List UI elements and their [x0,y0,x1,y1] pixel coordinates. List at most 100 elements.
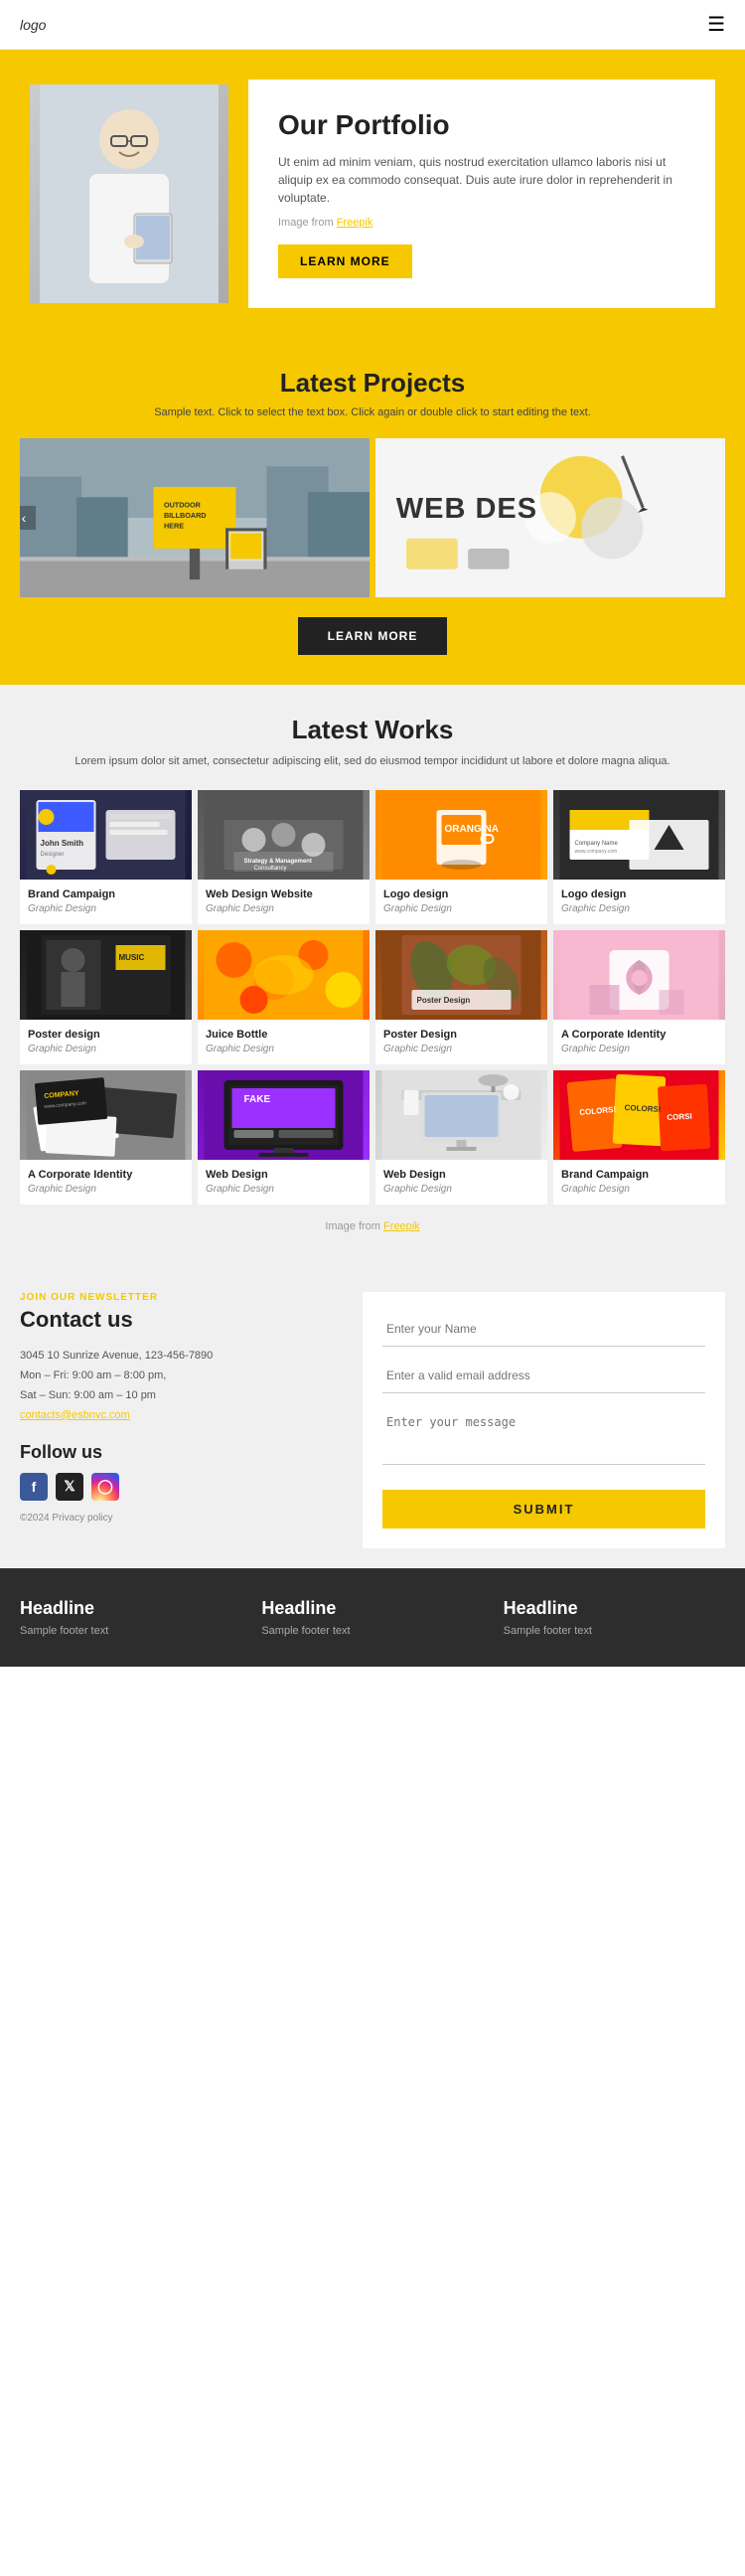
hero-text: Ut enim ad minim veniam, quis nostrud ex… [278,153,685,207]
hamburger-menu[interactable]: ☰ [707,12,725,37]
instagram-icon[interactable]: ◯ [91,1473,119,1501]
svg-text:MUSIC: MUSIC [119,953,145,962]
work-thumb-brand-colors: COLORS! COLORS! CORSI [553,1070,725,1160]
svg-text:FAKE: FAKE [244,1094,271,1105]
svg-text:Strategy & Management: Strategy & Management [244,859,312,865]
work-thumb-corporate-pink [553,930,725,1020]
work-thumb-logo-black: Company Name www.company.com [553,790,725,880]
contact-wrapper: JOIN OUR NEWSLETTER Contact us 3045 10 S… [20,1292,725,1548]
hero-cta-button[interactable]: LEARN MORE [278,244,412,278]
work-thumb-web-desk [375,1070,547,1160]
work-title-juice-bottle: Juice Bottle [206,1028,362,1042]
contact-section: JOIN OUR NEWSLETTER Contact us 3045 10 S… [0,1262,745,1568]
work-card-logo-orange[interactable]: ORANGINA Logo design Graphic Design [375,790,547,924]
work-thumb-web-design-site: Strategy & Management Consultancy [198,790,370,880]
work-cat-logo-orange: Graphic Design [383,903,539,914]
hero-section: Our Portfolio Ut enim ad minim veniam, q… [0,50,745,338]
work-title-brand-colors: Brand Campaign [561,1168,717,1182]
email-input[interactable] [382,1359,705,1393]
work-info-corporate-biz: A Corporate Identity Graphic Design [20,1160,192,1205]
twitter-x-icon[interactable]: 𝕏 [56,1473,83,1501]
latest-works-title: Latest Works [20,715,725,745]
project-slide-outdoor[interactable]: OUTDOOR BILLBOARD HERE [20,438,370,597]
work-info-juice-bottle: Juice Bottle Graphic Design [198,1020,370,1064]
work-title-corporate-pink: A Corporate Identity [561,1028,717,1042]
contact-heading: Contact us [20,1307,343,1333]
work-cat-corporate-biz: Graphic Design [28,1184,184,1195]
latest-projects-subtitle: Sample text. Click to select the text bo… [20,406,725,418]
footer-col-2: Headline Sample footer text [261,1598,483,1637]
work-title-poster-design: Poster Design [383,1028,539,1042]
work-info-brand-colors: Brand Campaign Graphic Design [553,1160,725,1205]
contact-email[interactable]: contacts@esbnyc.com [20,1409,130,1421]
footer-title-1: Headline [20,1598,241,1619]
svg-text:CORSI: CORSI [667,1112,692,1122]
work-info-logo-orange: Logo design Graphic Design [375,880,547,924]
work-cat-web-fake: Graphic Design [206,1184,362,1195]
svg-text:www.company.com: www.company.com [575,849,618,855]
svg-text:COLORS!: COLORS! [624,1103,661,1114]
work-cat-poster-design: Graphic Design [383,1044,539,1054]
svg-text:HERE: HERE [164,521,184,530]
work-card-corporate-biz[interactable]: COMPANY www.company.com A Corporate Iden… [20,1070,192,1205]
contact-left: JOIN OUR NEWSLETTER Contact us 3045 10 S… [20,1292,343,1548]
work-title-logo-black: Logo design [561,887,717,901]
projects-cta-button[interactable]: LEARN MORE [298,617,448,655]
hero-freepik-note: Image from Freepik [278,217,685,229]
projects-slider: ‹ OUTDOOR BILLBOARD HE [20,438,725,597]
work-card-juice-bottle[interactable]: Juice Bottle Graphic Design [198,930,370,1064]
message-input[interactable] [382,1405,705,1465]
work-card-poster-design[interactable]: Poster Design Poster Design Graphic Desi… [375,930,547,1064]
work-card-web-fake[interactable]: FAKE Web Design Graphic Design [198,1070,370,1205]
work-card-web-desk[interactable]: Web Design Graphic Design [375,1070,547,1205]
contact-info: 3045 10 Sunrize Avenue, 123-456-7890 Mon… [20,1347,343,1425]
work-thumb-brand-campaign-1: John Smith Designer [20,790,192,880]
slider-prev-button[interactable]: ‹ [20,506,36,530]
svg-text:John Smith: John Smith [41,839,84,848]
work-thumb-juice-bottle [198,930,370,1020]
work-info-poster-design: Poster Design Graphic Design [375,1020,547,1064]
contact-address: 3045 10 Sunrize Avenue, 123-456-7890 [20,1350,213,1362]
latest-works-subtitle: Lorem ipsum dolor sit amet, consectetur … [20,753,725,770]
footer-col-1: Headline Sample footer text [20,1598,241,1637]
header: logo ☰ [0,0,745,50]
svg-text:WEB DES: WEB DES [396,493,537,525]
works-freepik-link[interactable]: Freepik [383,1220,420,1232]
hero-image [30,84,228,303]
footer-text-2: Sample footer text [261,1625,483,1637]
work-card-corporate-pink[interactable]: A Corporate Identity Graphic Design [553,930,725,1064]
work-info-web-fake: Web Design Graphic Design [198,1160,370,1205]
contact-hours1: Mon – Fri: 9:00 am – 8:00 pm, [20,1369,166,1381]
work-thumb-poster-design: Poster Design [375,930,547,1020]
work-cat-brand-campaign-1: Graphic Design [28,903,184,914]
work-info-logo-black: Logo design Graphic Design [553,880,725,924]
work-title-corporate-biz: A Corporate Identity [28,1168,184,1182]
facebook-icon[interactable]: f [20,1473,48,1501]
newsletter-label: JOIN OUR NEWSLETTER [20,1292,343,1303]
freepik-link[interactable]: Freepik [337,217,373,229]
work-card-poster-music[interactable]: MUSIC Poster design Graphic Design [20,930,192,1064]
work-title-brand-campaign-1: Brand Campaign [28,887,184,901]
name-input[interactable] [382,1312,705,1347]
hero-person-photo [30,84,228,303]
work-card-web-design-site[interactable]: Strategy & Management Consultancy Web De… [198,790,370,924]
project-slide-webdes[interactable]: WEB DES [375,438,725,597]
work-card-brand-campaign-1[interactable]: John Smith Designer Brand Campaign Graph… [20,790,192,924]
work-cat-poster-music: Graphic Design [28,1044,184,1054]
svg-text:ORANGINA: ORANGINA [445,824,499,835]
work-card-brand-colors[interactable]: COLORS! COLORS! CORSI Brand Campaign Gra… [553,1070,725,1205]
logo: logo [20,17,46,33]
work-info-poster-music: Poster design Graphic Design [20,1020,192,1064]
submit-button[interactable]: SUBMIT [382,1490,705,1529]
contact-form: SUBMIT [363,1292,725,1548]
latest-works-section: Latest Works Lorem ipsum dolor sit amet,… [0,685,745,1262]
work-title-web-design-site: Web Design Website [206,887,362,901]
svg-text:Consultancy: Consultancy [254,866,287,872]
work-card-logo-black[interactable]: Company Name www.company.com Logo design… [553,790,725,924]
footer: Headline Sample footer text Headline Sam… [0,1568,745,1667]
footer-title-3: Headline [504,1598,725,1619]
contact-hours2: Sat – Sun: 9:00 am – 10 pm [20,1389,156,1401]
social-icons: f 𝕏 ◯ [20,1473,343,1501]
works-freepik-note: Image from Freepik [20,1220,725,1232]
svg-text:OUTDOOR: OUTDOOR [164,501,202,510]
